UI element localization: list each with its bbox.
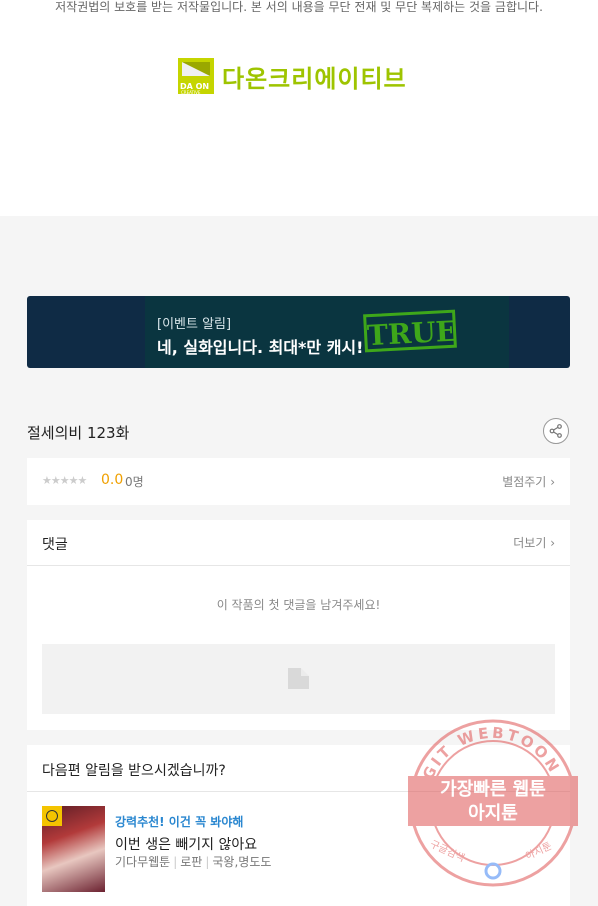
banner-stamp: TRUE [363,309,458,353]
comments-card: 댓글 더보기 › 이 작품의 첫 댓글을 남겨주세요! [27,520,570,730]
genre-tag: 로판 [180,855,203,869]
notify-title: 다음편 알림을 받으시겠습니까? [42,763,226,779]
chevron-right-icon: › [550,475,555,489]
comments-more-button[interactable]: 더보기 › [513,534,555,551]
rating-stars: ★★★★★ [42,474,87,487]
event-banner[interactable]: [이벤트 알림] 네, 실화입니다. 최대*만 캐시! TRUE [27,296,570,368]
watermark-line2: 아지툰 [468,803,518,824]
comments-header: 댓글 더보기 › [27,520,570,566]
rating-card: ★★★★★ 0.0 0명 별점주기 › [27,458,570,505]
watermark-stamp: AGIT WEBTOON 가장빠른 웹툰 아지툰 구글검색 아지툰 [408,719,578,887]
comments-empty-message: 이 작품의 첫 댓글을 남겨주세요! [216,598,381,612]
comments-more-label: 더보기 [513,536,547,550]
comments-title: 댓글 [42,537,68,553]
share-button[interactable] [543,418,569,444]
publisher-logo-icon: DA ON CREATIVE [178,58,214,95]
comment-placeholder-icon [288,668,309,689]
share-icon [549,424,562,438]
rating-score: 0.0 [101,472,124,488]
watermark-line1: 가장빠른 웹툰 [440,779,546,800]
recommend-thumbnail[interactable] [42,806,105,892]
banner-tag: [이벤트 알림] [157,317,232,332]
comment-input-box[interactable] [42,644,555,714]
copyright-notice: 저작권법의 보호를 받는 저작물입니다. 본 서의 내용을 무단 전재 및 무단… [55,0,543,14]
rating-count: 0명 [125,475,144,489]
genre-tag: 국왕,명도도 [212,855,272,869]
recommend-tag: 강력추천! 이건 꼭 봐야해 [115,815,244,829]
publisher-name: 다온크리에이티브 [222,64,407,93]
top-section: 저작권법의 보호를 받는 저작물입니다. 본 서의 내용을 무단 전재 및 무단… [0,0,598,216]
clock-icon [42,806,62,826]
rate-button-label: 별점주기 [502,475,547,489]
genre-tag: 기다무웹툰 [115,855,171,869]
logo-mark-sub: CREATIVE [181,90,201,95]
chevron-right-icon: › [550,536,555,550]
recommend-genres: 기다무웹툰 | 로판 | 국왕,명도도 [115,855,272,869]
banner-title: 네, 실화입니다. 최대*만 캐시! [157,338,364,357]
episode-title: 절세의비 123화 [27,424,130,442]
publisher-logo: DA ON CREATIVE 다온크리에이티브 [178,58,407,95]
recommend-title[interactable]: 이번 생은 빼기지 않아요 [115,834,257,854]
google-icon [484,862,502,880]
rate-button[interactable]: 별점주기 › [502,473,555,490]
